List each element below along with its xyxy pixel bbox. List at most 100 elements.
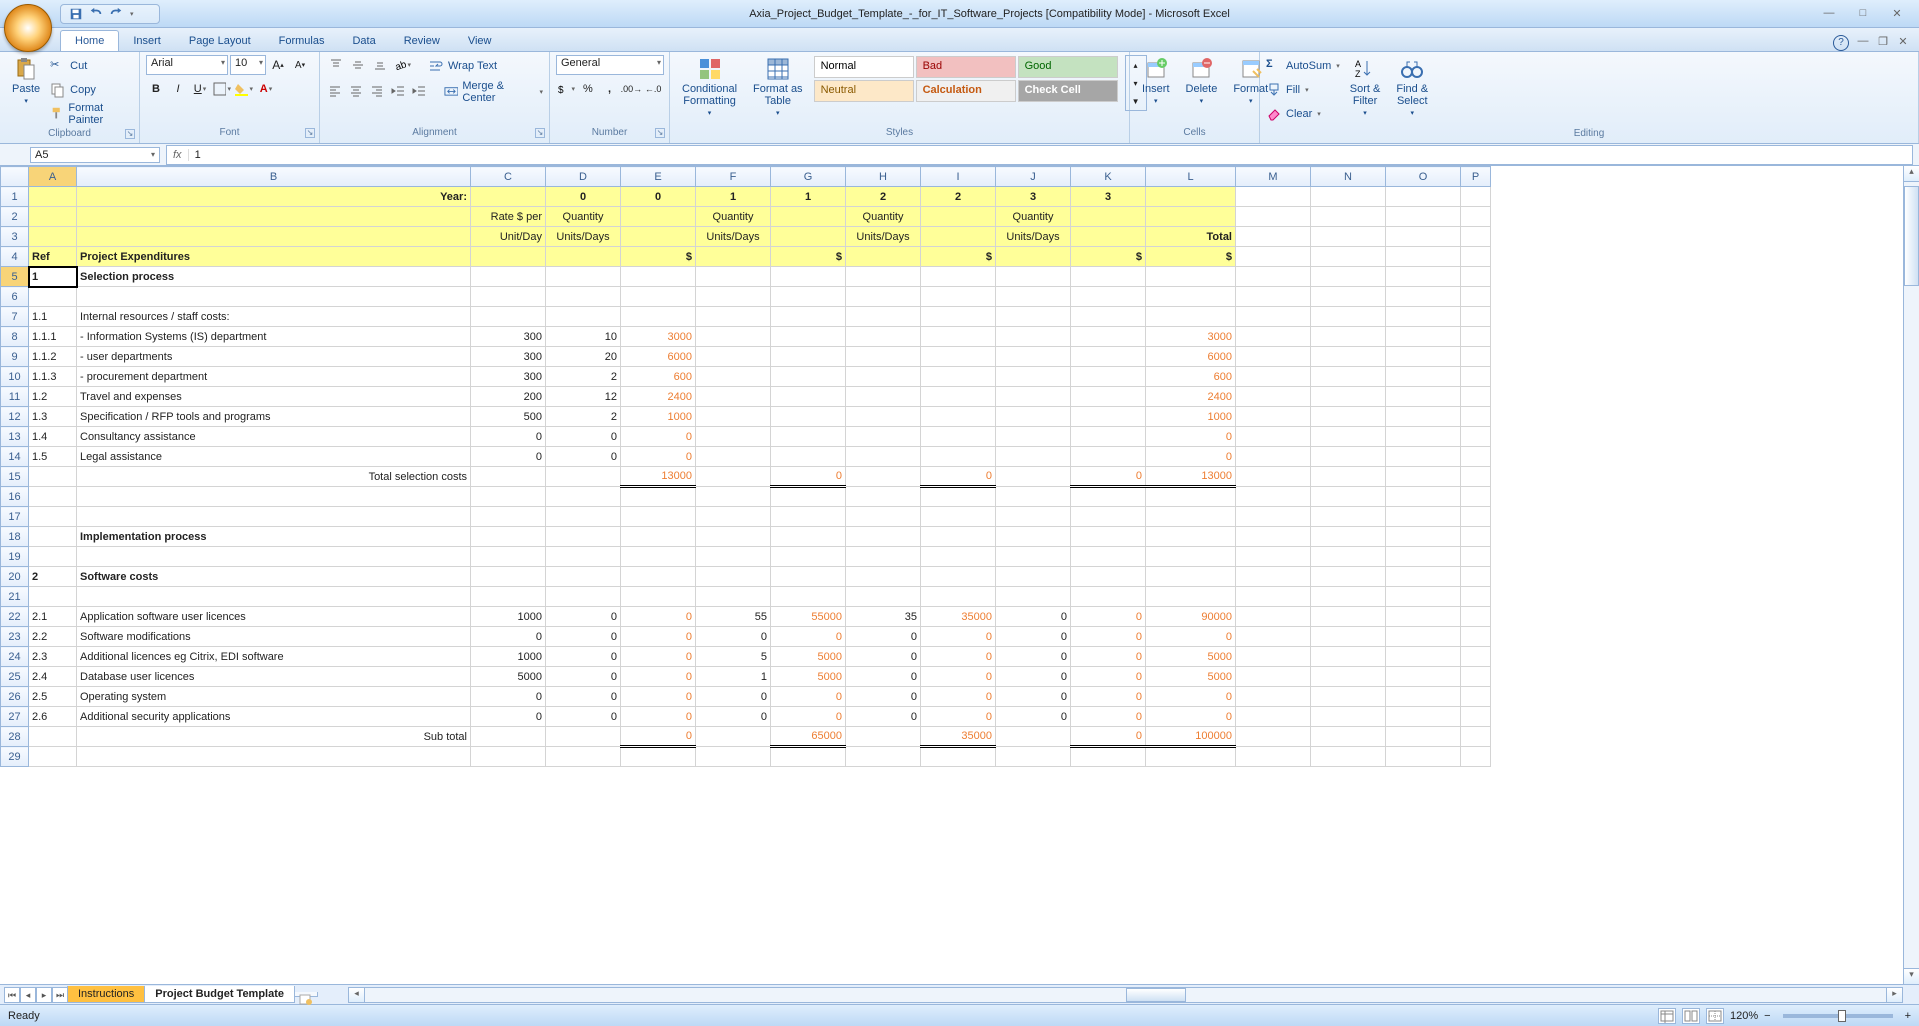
cell[interactable] xyxy=(1311,647,1386,667)
cell[interactable]: 0 xyxy=(846,647,921,667)
cell[interactable] xyxy=(846,727,921,747)
row-header[interactable]: 3 xyxy=(1,227,29,247)
sheet-tab-instructions[interactable]: Instructions xyxy=(67,986,145,1003)
orientation-button[interactable]: ab xyxy=(392,55,412,75)
cell[interactable] xyxy=(471,587,546,607)
shrink-font-button[interactable]: A▾ xyxy=(290,55,310,75)
cell[interactable] xyxy=(771,487,846,507)
col-header-A[interactable]: A xyxy=(29,167,77,187)
cell[interactable] xyxy=(996,267,1071,287)
cell[interactable] xyxy=(846,287,921,307)
vertical-scrollbar[interactable]: ▴▾ xyxy=(1903,166,1919,984)
cell[interactable] xyxy=(696,567,771,587)
row-header[interactable]: 23 xyxy=(1,627,29,647)
cell[interactable] xyxy=(1071,307,1146,327)
cell[interactable]: 0 xyxy=(696,707,771,727)
cell[interactable] xyxy=(1236,327,1311,347)
cell[interactable] xyxy=(471,507,546,527)
cell[interactable] xyxy=(771,427,846,447)
cell[interactable] xyxy=(1146,527,1236,547)
font-color-button[interactable]: A xyxy=(256,79,276,99)
cell[interactable] xyxy=(846,427,921,447)
cell[interactable] xyxy=(1386,387,1461,407)
cell[interactable] xyxy=(771,307,846,327)
cell[interactable] xyxy=(621,487,696,507)
qat-customize-icon[interactable] xyxy=(129,7,143,21)
cell[interactable] xyxy=(696,547,771,567)
cell[interactable] xyxy=(546,547,621,567)
italic-button[interactable]: I xyxy=(168,79,188,99)
cell[interactable] xyxy=(771,347,846,367)
cell[interactable] xyxy=(1311,707,1386,727)
row-header[interactable]: 15 xyxy=(1,467,29,487)
cell[interactable] xyxy=(1236,587,1311,607)
cell[interactable] xyxy=(996,247,1071,267)
cell[interactable] xyxy=(921,347,996,367)
col-header-F[interactable]: F xyxy=(696,167,771,187)
cell[interactable]: 2 xyxy=(846,187,921,207)
cell[interactable]: 0 xyxy=(996,647,1071,667)
cell[interactable] xyxy=(921,207,996,227)
cell[interactable] xyxy=(29,287,77,307)
cell[interactable] xyxy=(1311,467,1386,487)
cell[interactable]: 3 xyxy=(996,187,1071,207)
cell[interactable] xyxy=(1071,527,1146,547)
cell[interactable]: 0 xyxy=(696,627,771,647)
cell[interactable] xyxy=(1386,287,1461,307)
cell[interactable] xyxy=(1146,747,1236,767)
cell[interactable]: 0 xyxy=(621,687,696,707)
cell[interactable] xyxy=(1311,607,1386,627)
cell[interactable] xyxy=(846,487,921,507)
row-header[interactable]: 8 xyxy=(1,327,29,347)
cell[interactable] xyxy=(621,587,696,607)
cell[interactable]: 0 xyxy=(996,667,1071,687)
cell[interactable] xyxy=(771,527,846,547)
cell[interactable] xyxy=(1461,287,1491,307)
cell[interactable]: 1000 xyxy=(471,607,546,627)
cell[interactable]: 10 xyxy=(546,327,621,347)
cell[interactable] xyxy=(1311,347,1386,367)
style-calculation[interactable]: Calculation xyxy=(916,80,1016,102)
cell[interactable] xyxy=(846,467,921,487)
tab-insert[interactable]: Insert xyxy=(119,31,175,51)
cell[interactable] xyxy=(1386,327,1461,347)
cell[interactable]: 1.1 xyxy=(29,307,77,327)
align-left-button[interactable] xyxy=(326,81,345,101)
cell[interactable] xyxy=(546,247,621,267)
cell[interactable]: 1 xyxy=(29,267,77,287)
cell[interactable]: 0 xyxy=(1146,447,1236,467)
cell[interactable] xyxy=(1071,587,1146,607)
cell[interactable] xyxy=(1071,207,1146,227)
alignment-dialog-launcher[interactable]: ↘ xyxy=(535,128,545,138)
bold-button[interactable]: B xyxy=(146,79,166,99)
cell[interactable] xyxy=(621,527,696,547)
cell[interactable] xyxy=(1146,547,1236,567)
cell[interactable]: 0 xyxy=(696,687,771,707)
row-header[interactable]: 6 xyxy=(1,287,29,307)
cell[interactable] xyxy=(696,427,771,447)
cell[interactable] xyxy=(1311,327,1386,347)
cell[interactable] xyxy=(1071,367,1146,387)
accounting-format-button[interactable]: $ xyxy=(556,79,576,99)
cell[interactable] xyxy=(696,487,771,507)
cell[interactable] xyxy=(1386,687,1461,707)
cell[interactable] xyxy=(1236,627,1311,647)
cell[interactable]: Units/Days xyxy=(846,227,921,247)
cell[interactable]: 300 xyxy=(471,327,546,347)
align-top-button[interactable] xyxy=(326,55,346,75)
cell[interactable] xyxy=(1236,547,1311,567)
cell[interactable] xyxy=(1461,627,1491,647)
increase-decimal-button[interactable]: .00→ xyxy=(621,79,641,99)
cell[interactable] xyxy=(771,267,846,287)
cell[interactable]: Unit/Day xyxy=(471,227,546,247)
cell[interactable] xyxy=(29,587,77,607)
cell[interactable]: 0 xyxy=(921,627,996,647)
cell[interactable] xyxy=(546,267,621,287)
number-format-combo[interactable]: General xyxy=(556,55,664,75)
zoom-in-button[interactable]: + xyxy=(1905,1010,1911,1022)
cell[interactable]: 0 xyxy=(1146,427,1236,447)
cell[interactable]: 0 xyxy=(471,687,546,707)
format-as-table-button[interactable]: Format as Table▾ xyxy=(747,55,809,119)
cell[interactable]: 0 xyxy=(771,687,846,707)
cell[interactable] xyxy=(546,587,621,607)
